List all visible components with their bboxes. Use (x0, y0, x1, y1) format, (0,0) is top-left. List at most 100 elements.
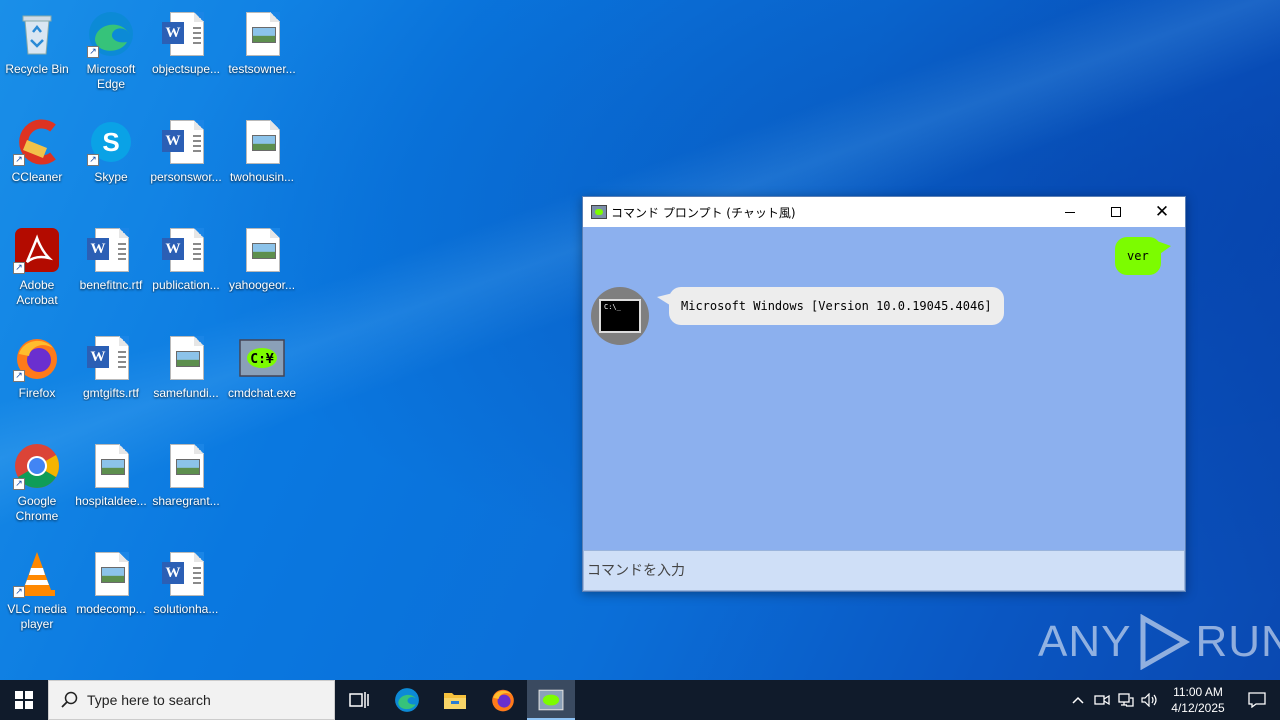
shortcut-arrow-icon: ↗ (13, 478, 25, 490)
shortcut-arrow-icon: ↗ (13, 154, 25, 166)
notification-center-button[interactable] (1234, 680, 1280, 720)
desktop-icon-benefitnc[interactable]: W benefitnc.rtf (74, 220, 148, 320)
taskbar-file-explorer[interactable] (431, 680, 479, 720)
desktop-icon-samefundi[interactable]: samefundi... (149, 328, 223, 428)
command-input[interactable] (583, 550, 1185, 591)
edge-icon (395, 688, 419, 712)
word-document-icon: W (87, 334, 135, 382)
close-icon: ✕ (1154, 201, 1170, 222)
window-titlebar[interactable]: コマンド プロンプト (チャット風) ✕ (583, 197, 1185, 227)
desktop-icon-testsowner[interactable]: testsowner... (225, 4, 299, 104)
desktop-icon-objectsupe[interactable]: W objectsupe... (149, 4, 223, 104)
svg-text:C:¥: C:¥ (250, 352, 274, 367)
watermark-text-left: ANY (1038, 617, 1132, 666)
taskbar-edge[interactable] (383, 680, 431, 720)
shortcut-arrow-icon: ↗ (13, 262, 25, 274)
desktop-icon-microsoft-edge[interactable]: ↗ Microsoft Edge (74, 4, 148, 104)
system-tray: 11:00 AM 4/12/2025 (1066, 680, 1280, 720)
image-file-icon (87, 550, 135, 598)
task-view-icon (349, 692, 369, 708)
image-file-icon (238, 10, 286, 58)
chevron-up-icon[interactable] (1066, 680, 1090, 720)
user-message-bubble: ver (1115, 237, 1171, 275)
edge-icon: ↗ (87, 10, 135, 58)
desktop-icon-label: CCleaner (11, 170, 63, 184)
word-document-icon: W (162, 550, 210, 598)
word-document-icon: W (162, 226, 210, 274)
taskbar-firefox[interactable] (479, 680, 527, 720)
desktop-icon-label: Microsoft Edge (86, 62, 136, 91)
minimize-button[interactable] (1047, 197, 1093, 227)
desktop-icon-ccleaner[interactable]: ↗ CCleaner (0, 112, 74, 212)
taskbar-cmdchat[interactable] (527, 680, 575, 720)
anyrun-watermark: ANY RUN (1038, 612, 1280, 672)
desktop-icon-label: Skype (94, 170, 128, 184)
desktop-icon-label: publication... (152, 278, 220, 292)
desktop-icon-label: modecomp... (76, 602, 146, 616)
desktop-icon-sharegrant[interactable]: sharegrant... (149, 436, 223, 536)
desktop-icon-firefox[interactable]: ↗ Firefox (0, 328, 74, 428)
desktop-icon-twohousin[interactable]: twohousin... (225, 112, 299, 212)
cmd-prompt-icon: C:\_ (599, 299, 641, 333)
start-button[interactable] (0, 680, 48, 720)
maximize-icon (1111, 207, 1121, 217)
ccleaner-icon: ↗ (13, 118, 61, 166)
image-file-icon (162, 442, 210, 490)
desktop-icon-label: benefitnc.rtf (79, 278, 143, 292)
desktop-icon-label: VLC media player (7, 602, 67, 631)
skype-icon: S ↗ (87, 118, 135, 166)
clock-time: 11:00 AM (1173, 685, 1223, 699)
word-document-icon: W (87, 226, 135, 274)
desktop-icon-label: testsowner... (228, 62, 296, 76)
watermark-text-right: RUN (1195, 617, 1280, 666)
desktop-icon-label: twohousin... (229, 170, 295, 184)
word-document-icon: W (162, 10, 210, 58)
desktop-icon-adobe-acrobat[interactable]: ↗ Adobe Acrobat (0, 220, 74, 320)
shortcut-arrow-icon: ↗ (87, 154, 99, 166)
desktop-icon-skype[interactable]: S ↗ Skype (74, 112, 148, 212)
adobe-acrobat-icon: ↗ (13, 226, 61, 274)
svg-text:S: S (102, 127, 119, 157)
recycle-bin-icon (13, 10, 61, 58)
taskbar-clock[interactable]: 11:00 AM 4/12/2025 (1162, 684, 1234, 716)
desktop-icon-google-chrome[interactable]: ↗ Google Chrome (0, 436, 74, 536)
desktop-icon-modecomp[interactable]: modecomp... (74, 544, 148, 644)
desktop-icon-label: yahoogeor... (228, 278, 296, 292)
desktop-icon-hospitaldee[interactable]: hospitaldee... (74, 436, 148, 536)
desktop-icon-label: objectsupe... (151, 62, 221, 76)
word-document-icon: W (162, 118, 210, 166)
bot-avatar: C:\_ (591, 287, 649, 345)
image-file-icon (238, 118, 286, 166)
minimize-icon (1065, 211, 1075, 213)
bot-message-bubble: Microsoft Windows [Version 10.0.19045.40… (657, 287, 1004, 325)
task-view-button[interactable] (335, 680, 383, 720)
close-button[interactable]: ✕ (1139, 197, 1185, 227)
image-file-icon (238, 226, 286, 274)
google-chrome-icon: ↗ (13, 442, 61, 490)
desktop-icon-vlc[interactable]: ↗ VLC media player (0, 544, 74, 644)
search-placeholder: Type here to search (87, 692, 211, 708)
network-icon[interactable] (1114, 680, 1138, 720)
desktop-icon-cmdchat[interactable]: C:¥ cmdchat.exe (225, 328, 299, 428)
desktop-icon-label: Recycle Bin (5, 62, 69, 76)
desktop-icon-label: Firefox (18, 386, 56, 400)
taskbar-search-box[interactable]: Type here to search (48, 680, 335, 720)
desktop-icon-personswor[interactable]: W personswor... (149, 112, 223, 212)
desktop-icon-label: solutionha... (153, 602, 219, 616)
volume-icon[interactable] (1138, 680, 1162, 720)
desktop-icon-label: Google Chrome (15, 494, 59, 523)
desktop-icon-gmtgifts[interactable]: W gmtgifts.rtf (74, 328, 148, 428)
desktop-icon-solutionha[interactable]: W solutionha... (149, 544, 223, 644)
shortcut-arrow-icon: ↗ (13, 370, 25, 382)
clock-date: 4/12/2025 (1171, 701, 1225, 715)
notification-icon (1248, 692, 1266, 708)
cmdchat-window: コマンド プロンプト (チャット風) ✕ ver C:\_ Microsoft … (582, 196, 1186, 592)
desktop-icon-publication[interactable]: W publication... (149, 220, 223, 320)
maximize-button[interactable] (1093, 197, 1139, 227)
desktop-icon-label: gmtgifts.rtf (82, 386, 139, 400)
desktop-icon-recycle-bin[interactable]: Recycle Bin (0, 4, 74, 104)
meet-now-icon[interactable] (1090, 680, 1114, 720)
app-title-icon (591, 205, 607, 219)
chat-area[interactable]: ver C:\_ Microsoft Windows [Version 10.0… (583, 227, 1185, 550)
desktop-icon-yahoogeor[interactable]: yahoogeor... (225, 220, 299, 320)
